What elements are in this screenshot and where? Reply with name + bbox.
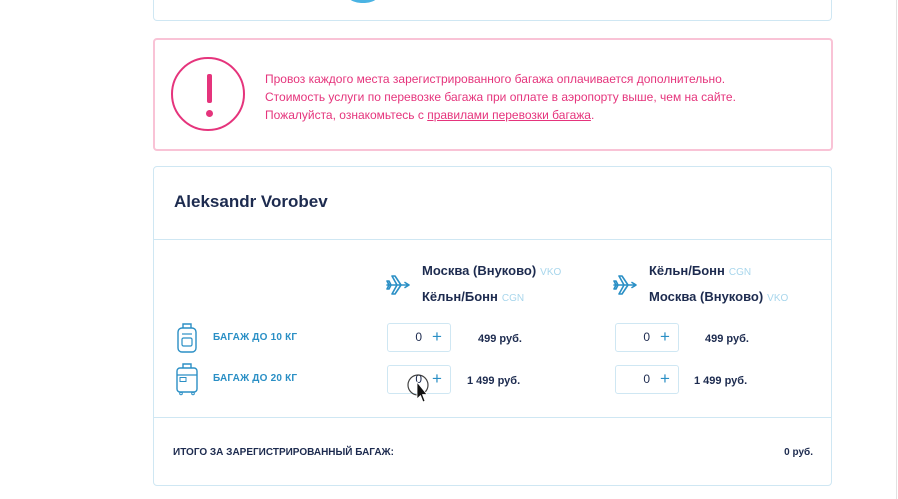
baggage-20kg-route-2-price: 1 499 руб.	[694, 375, 748, 387]
increment-button[interactable]: +	[428, 327, 446, 347]
warning-line-1: Провоз каждого места зарегистрированного…	[265, 72, 726, 86]
warning-line-2: Стоимость услуги по перевозке багажа при…	[265, 90, 736, 104]
baggage-10kg-route-2-price: 499 руб.	[705, 333, 749, 345]
airport-code: CGN	[501, 293, 525, 304]
suitcase-icon	[176, 363, 198, 396]
increment-button[interactable]: +	[428, 369, 446, 389]
route-1-destination: Кёльн/Бонн CGN	[422, 289, 525, 304]
passenger-name: Aleksandr Vorobev	[174, 192, 328, 211]
passenger-baggage-card: Aleksandr Vorobev Москва (Внуково) VKO Кё…	[153, 166, 832, 486]
quantity-value: 0	[643, 372, 650, 386]
baggage-warning-notice: Провоз каждого места зарегистрированного…	[153, 38, 833, 151]
baggage-10kg-route-1-price: 499 руб.	[478, 333, 522, 345]
quantity-value: 0	[643, 330, 650, 344]
exclamation-icon	[171, 57, 245, 131]
plane-icon	[613, 275, 637, 295]
baggage-10kg-route-2-stepper[interactable]: 0 +	[615, 323, 679, 352]
route-1-origin: Москва (Внуково) VKO	[422, 263, 562, 278]
divider	[154, 239, 831, 240]
baggage-total-value: 0 руб.	[784, 447, 813, 458]
plane-icon	[386, 275, 410, 295]
baggage-rules-link[interactable]: правилами перевозки багажа	[427, 108, 591, 122]
previous-card	[153, 0, 832, 21]
baggage-20kg-route-1-price: 1 499 руб.	[467, 375, 521, 387]
warning-text: Провоз каждого места зарегистрированного…	[265, 70, 805, 124]
airport-code: CGN	[728, 267, 752, 278]
pointer-cursor-icon	[407, 374, 429, 403]
route-2-origin: Кёльн/Бонн CGN	[649, 263, 752, 278]
quantity-value: 0	[415, 330, 422, 344]
backpack-icon	[177, 323, 197, 353]
increment-button[interactable]: +	[656, 327, 674, 347]
route-2-destination: Москва (Внуково) VKO	[649, 289, 789, 304]
airport-code: VKO	[767, 293, 789, 304]
page-edge-divider	[896, 0, 897, 499]
baggage-10kg-route-1-stepper[interactable]: 0 +	[387, 323, 451, 352]
baggage-20kg-route-2-stepper[interactable]: 0 +	[615, 365, 679, 394]
airport-code: VKO	[540, 267, 562, 278]
previous-card-decoration	[342, 0, 384, 3]
divider	[154, 417, 831, 418]
increment-button[interactable]: +	[656, 369, 674, 389]
baggage-total-label: ИТОГО ЗА ЗАРЕГИСТРИРОВАННЫЙ БАГАЖ:	[173, 447, 394, 458]
baggage-20kg-label: БАГАЖ ДО 20 КГ	[213, 373, 298, 384]
baggage-10kg-label: БАГАЖ ДО 10 КГ	[213, 332, 298, 343]
warning-line-3: Пожалуйста, ознакомьтесь с правилами пер…	[265, 108, 595, 122]
